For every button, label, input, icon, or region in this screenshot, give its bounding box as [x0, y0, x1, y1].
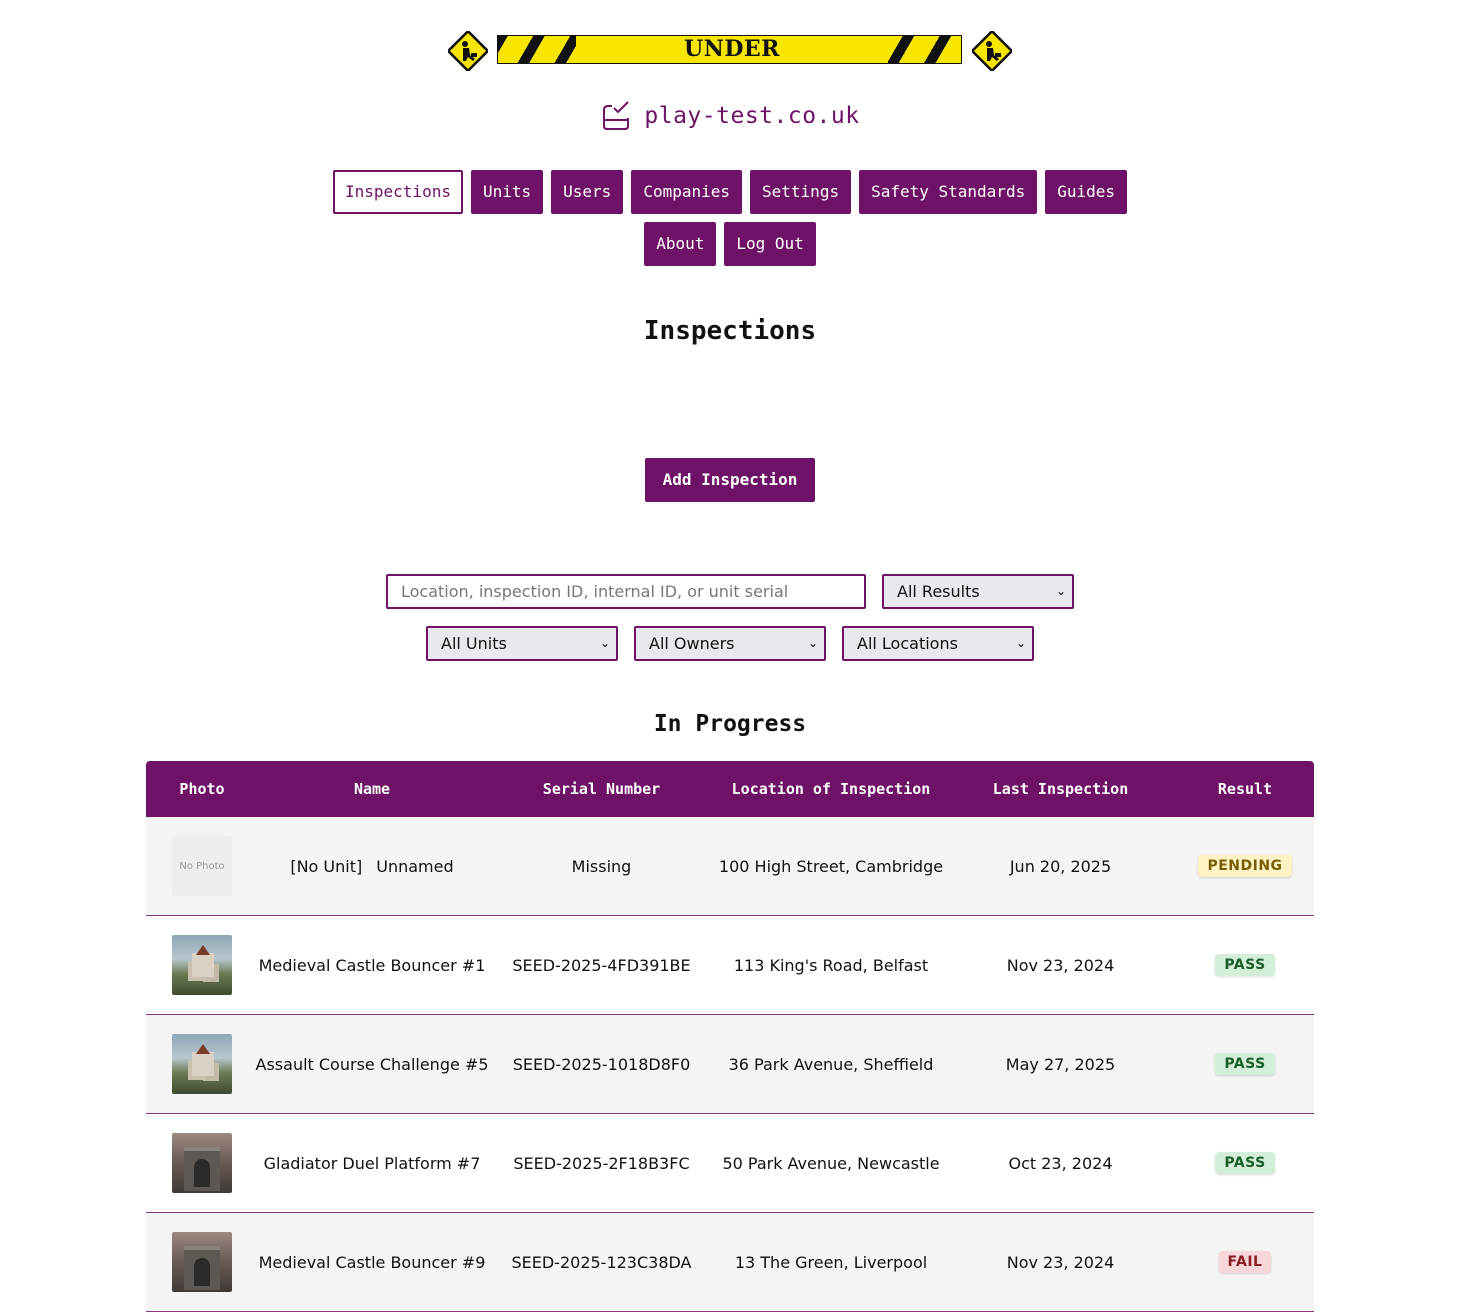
nav-users[interactable]: Users	[551, 170, 624, 214]
add-inspection-button[interactable]: Add Inspection	[645, 458, 815, 502]
chevron-down-icon: ⌄	[1015, 636, 1026, 650]
last-inspection-date: May 27, 2025	[1005, 1054, 1116, 1074]
under-construction-stripe: UNDER CONSTRUCTION	[497, 35, 962, 64]
no-photo-placeholder: No Photo	[172, 836, 232, 896]
inspection-check-icon	[603, 101, 630, 130]
owners-filter-value: All Owners	[649, 634, 735, 653]
results-filter-value: All Results	[897, 582, 980, 601]
last-inspection-date: Nov 23, 2024	[1006, 955, 1115, 975]
under-construction-banner: UNDER CONSTRUCTION	[0, 31, 1460, 71]
results-filter-select[interactable]: All Results ⌄	[882, 574, 1074, 609]
status-badge: PASS	[1215, 954, 1275, 976]
inspection-location: 100 High Street, Cambridge	[718, 856, 944, 876]
unit-name: Unnamed	[376, 856, 454, 876]
table-row[interactable]: No Photo [No Unit] Unnamed Missing 100 Hi…	[146, 817, 1314, 916]
construction-worker-icon	[448, 31, 488, 71]
nav-companies[interactable]: Companies	[631, 170, 743, 214]
nav-log-out[interactable]: Log Out	[724, 222, 816, 266]
locations-filter-select[interactable]: All Locations ⌄	[842, 626, 1034, 661]
status-badge: PASS	[1215, 1152, 1275, 1174]
site-logo[interactable]: play-test.co.uk	[0, 100, 1460, 140]
inspection-location: 13 The Green, Liverpool	[734, 1252, 928, 1272]
owners-filter-select[interactable]: All Owners ⌄	[634, 626, 826, 661]
status-badge: PASS	[1215, 1053, 1275, 1075]
column-header-photo[interactable]: Photo	[146, 761, 258, 817]
site-logo-text: play-test.co.uk	[644, 103, 860, 129]
nav-inspections[interactable]: Inspections	[333, 170, 463, 214]
unit-name: Assault Course Challenge #5	[255, 1054, 489, 1074]
unit-name: Medieval Castle Bouncer #9	[258, 1252, 486, 1272]
unit-photo	[172, 1034, 232, 1094]
inspection-location: 36 Park Avenue, Sheffield	[728, 1054, 934, 1074]
inspection-location: 113 King's Road, Belfast	[733, 955, 929, 975]
column-header-location[interactable]: Location of Inspection	[717, 761, 945, 817]
last-inspection-date: Jun 20, 2025	[1009, 856, 1112, 876]
nav-guides[interactable]: Guides	[1045, 170, 1127, 214]
last-inspection-date: Nov 23, 2024	[1006, 1252, 1115, 1272]
construction-worker-icon	[972, 31, 1012, 71]
unit-name: Gladiator Duel Platform #7	[263, 1153, 481, 1173]
unit-photo	[172, 935, 232, 995]
inspections-table: Photo Name Serial Number Location of Ins…	[146, 761, 1314, 1312]
nav-safety-standards[interactable]: Safety Standards	[859, 170, 1038, 214]
table-header: Photo Name Serial Number Location of Ins…	[146, 761, 1314, 817]
table-row[interactable]: Assault Course Challenge #5 SEED-2025-10…	[146, 1015, 1314, 1114]
column-header-name[interactable]: Name	[258, 761, 486, 817]
page-title: Inspections	[643, 316, 817, 346]
table-body: No Photo [No Unit] Unnamed Missing 100 Hi…	[146, 817, 1314, 1312]
locations-filter-value: All Locations	[857, 634, 958, 653]
unit-name: Medieval Castle Bouncer #1	[258, 955, 486, 975]
under-construction-text: UNDER CONSTRUCTION	[576, 36, 888, 63]
search-input[interactable]	[386, 574, 866, 609]
chevron-down-icon: ⌄	[1055, 584, 1066, 598]
serial-number: SEED-2025-2F18B3FC	[513, 1153, 690, 1173]
last-inspection-date: Oct 23, 2024	[1008, 1153, 1113, 1173]
serial-number: SEED-2025-123C38DA	[511, 1252, 692, 1272]
unit-tag: [No Unit]	[290, 856, 363, 876]
units-filter-value: All Units	[441, 634, 507, 653]
section-title-in-progress: In Progress	[653, 711, 807, 737]
chevron-down-icon: ⌄	[599, 636, 610, 650]
unit-photo	[172, 1133, 232, 1193]
column-header-result[interactable]: Result	[1176, 761, 1314, 817]
status-badge: FAIL	[1218, 1251, 1272, 1273]
table-row[interactable]: Medieval Castle Bouncer #1 SEED-2025-4FD…	[146, 916, 1314, 1015]
units-filter-select[interactable]: All Units ⌄	[426, 626, 618, 661]
main-nav-secondary: About Log Out	[0, 222, 1460, 266]
serial-number: SEED-2025-1018D8F0	[512, 1054, 691, 1074]
serial-number: Missing	[571, 856, 632, 876]
inspection-location: 50 Park Avenue, Newcastle	[722, 1153, 940, 1173]
chevron-down-icon: ⌄	[807, 636, 818, 650]
nav-about[interactable]: About	[644, 222, 717, 266]
column-header-last-inspection[interactable]: Last Inspection	[945, 761, 1176, 817]
main-nav: Inspections Units Users Companies Settin…	[0, 170, 1460, 214]
unit-photo	[172, 1232, 232, 1292]
nav-units[interactable]: Units	[470, 170, 544, 214]
status-badge: PENDING	[1198, 855, 1292, 877]
serial-number: SEED-2025-4FD391BE	[512, 955, 691, 975]
nav-settings[interactable]: Settings	[750, 170, 852, 214]
table-row[interactable]: Medieval Castle Bouncer #9 SEED-2025-123…	[146, 1213, 1314, 1312]
column-header-serial[interactable]: Serial Number	[486, 761, 717, 817]
table-row[interactable]: Gladiator Duel Platform #7 SEED-2025-2F1…	[146, 1114, 1314, 1213]
